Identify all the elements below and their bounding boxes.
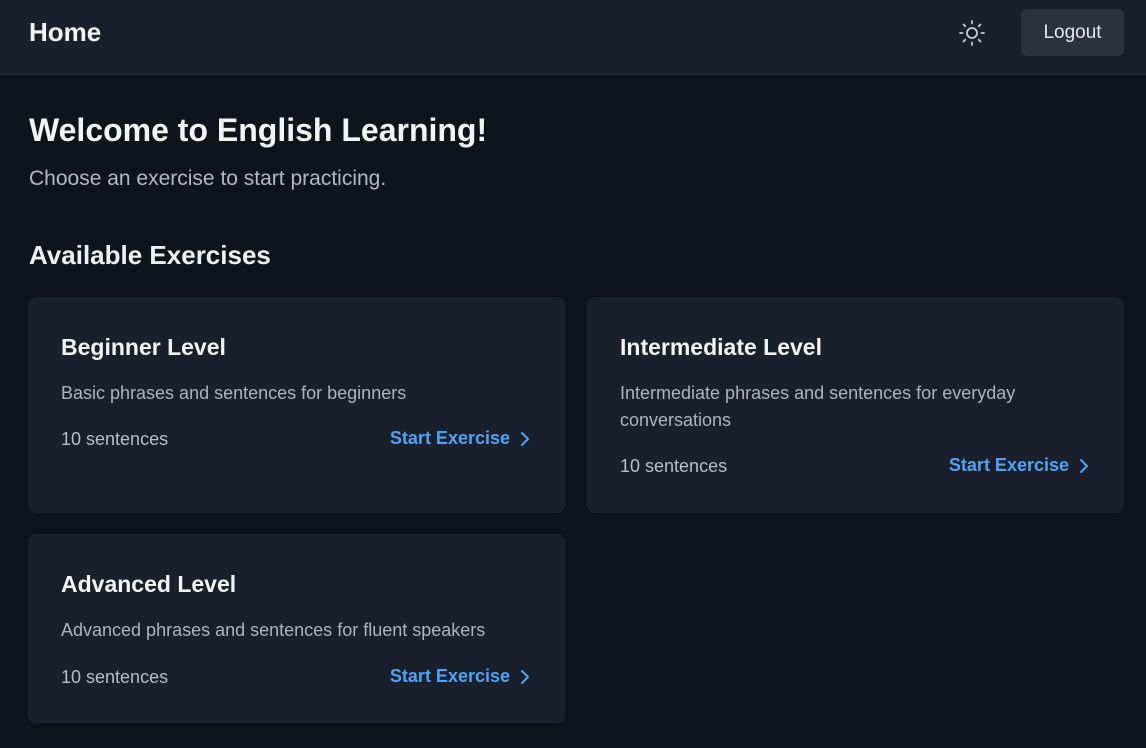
page-title: Home <box>29 17 102 47</box>
welcome-title: Welcome to English Learning! <box>29 112 488 148</box>
start-exercise-button[interactable]: Start Exercise <box>390 666 530 687</box>
sentence-count: 10 sentences <box>61 429 169 449</box>
top-bar: Home Logout <box>0 0 1146 75</box>
exercise-card-beginner: Beginner Level Basic phrases and sentenc… <box>28 297 565 513</box>
chevron-right-icon <box>520 431 530 447</box>
chevron-right-icon <box>520 669 530 685</box>
exercise-description: Advanced phrases and sentences for fluen… <box>61 620 486 640</box>
start-exercise-label: Start Exercise <box>389 428 510 448</box>
exercise-title: Beginner Level <box>61 334 226 360</box>
exercise-card-advanced: Advanced Level Advanced phrases and sent… <box>28 534 565 723</box>
theme-toggle-button[interactable] <box>953 14 991 52</box>
start-exercise-button[interactable]: Start Exercise <box>390 428 530 449</box>
chevron-right-icon <box>1079 458 1089 474</box>
sun-icon <box>958 19 986 47</box>
sentence-count: 10 sentences <box>61 667 169 687</box>
exercise-description: Intermediate phrases and sentences for e… <box>620 383 1016 430</box>
start-exercise-button[interactable]: Start Exercise <box>949 455 1089 476</box>
logout-button[interactable]: Logout <box>1021 9 1124 56</box>
sentence-count: 10 sentences <box>620 456 728 476</box>
start-exercise-label: Start Exercise <box>948 455 1069 475</box>
welcome-subtitle: Choose an exercise to start practicing. <box>29 167 387 190</box>
section-title: Available Exercises <box>29 240 271 270</box>
exercise-title: Advanced Level <box>61 571 237 597</box>
exercise-title: Intermediate Level <box>620 334 822 360</box>
start-exercise-label: Start Exercise <box>389 666 510 686</box>
exercise-description: Basic phrases and sentences for beginner… <box>61 383 407 403</box>
exercise-card-intermediate: Intermediate Level Intermediate phrases … <box>587 297 1124 513</box>
